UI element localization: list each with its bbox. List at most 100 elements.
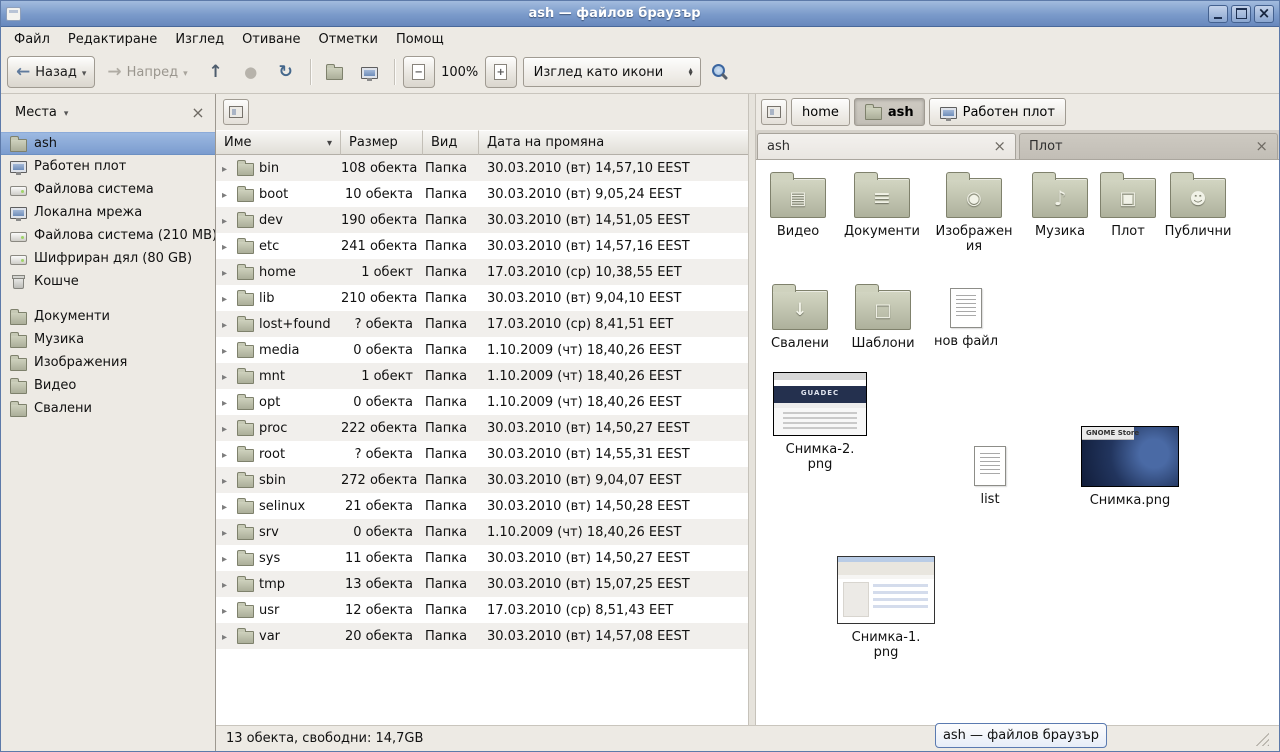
tree-row[interactable]: mnt 1 обект Папка 1.10.2009 (чт) 18,40,2…: [216, 363, 748, 389]
sidebar-selector[interactable]: Места: [9, 101, 74, 124]
minimize-button[interactable]: [1208, 5, 1228, 23]
back-history-icon[interactable]: [82, 66, 87, 79]
icon-view-item[interactable]: Документи: [840, 170, 924, 239]
expander-icon[interactable]: [222, 214, 232, 227]
pathbar-root-button[interactable]: [761, 99, 787, 125]
expander-icon[interactable]: [222, 448, 232, 461]
stop-button[interactable]: [235, 56, 267, 88]
expander-icon[interactable]: [222, 422, 232, 435]
sidebar-item[interactable]: Музика: [1, 328, 215, 351]
tree-row[interactable]: lib 210 обекта Папка 30.03.2010 (вт) 9,0…: [216, 285, 748, 311]
menu-item[interactable]: Изглед: [166, 29, 233, 50]
expander-icon[interactable]: [222, 526, 232, 539]
icon-view-item[interactable]: Публични: [1156, 170, 1240, 239]
menu-item[interactable]: Помощ: [387, 29, 453, 50]
column-header-date[interactable]: Дата на промяна: [479, 130, 748, 155]
tree-pane-location-button[interactable]: [223, 99, 249, 125]
sidebar-item[interactable]: ash: [1, 132, 215, 155]
tab-close-icon[interactable]: [993, 139, 1006, 154]
tree-row[interactable]: boot 10 обекта Папка 30.03.2010 (вт) 9,0…: [216, 181, 748, 207]
window-menu-icon[interactable]: [6, 7, 21, 21]
search-button[interactable]: [704, 56, 736, 88]
menu-item[interactable]: Редактиране: [59, 29, 166, 50]
home-button[interactable]: [319, 56, 351, 88]
sidebar-item[interactable]: Видео: [1, 374, 215, 397]
menu-item[interactable]: Отметки: [309, 29, 386, 50]
icon-view-item[interactable]: GUADEC Снимка-2.png: [768, 372, 872, 473]
titlebar[interactable]: ash — файлов браузър: [1, 1, 1279, 27]
resize-grip[interactable]: [1254, 731, 1269, 746]
view-mode-combo[interactable]: Изглед като икони: [523, 57, 701, 87]
expander-icon[interactable]: [222, 292, 232, 305]
tree-row[interactable]: media 0 обекта Папка 1.10.2009 (чт) 18,4…: [216, 337, 748, 363]
tree-row[interactable]: bin 108 обекта Папка 30.03.2010 (вт) 14,…: [216, 155, 748, 181]
tab-close-icon[interactable]: [1255, 139, 1268, 154]
tab[interactable]: ash: [757, 133, 1016, 159]
tree-row[interactable]: lost+found ? обекта Папка 17.03.2010 (ср…: [216, 311, 748, 337]
icon-view-item[interactable]: Свалени: [758, 282, 842, 351]
expander-icon[interactable]: [222, 604, 232, 617]
sidebar-item[interactable]: Файлова система: [1, 178, 215, 201]
tree-row[interactable]: proc 222 обекта Папка 30.03.2010 (вт) 14…: [216, 415, 748, 441]
pane-splitter[interactable]: [748, 94, 756, 725]
tree-row[interactable]: sbin 272 обекта Папка 30.03.2010 (вт) 9,…: [216, 467, 748, 493]
expander-icon[interactable]: [222, 396, 232, 409]
tab[interactable]: Плот: [1019, 133, 1278, 159]
expander-icon[interactable]: [222, 266, 232, 279]
expander-icon[interactable]: [222, 500, 232, 513]
tree-row[interactable]: sys 11 обекта Папка 30.03.2010 (вт) 14,5…: [216, 545, 748, 571]
expander-icon[interactable]: [222, 344, 232, 357]
zoom-in-button[interactable]: [485, 56, 517, 88]
maximize-button[interactable]: [1231, 5, 1251, 23]
reload-button[interactable]: [270, 56, 302, 88]
tree-row[interactable]: dev 190 обекта Папка 30.03.2010 (вт) 14,…: [216, 207, 748, 233]
breadcrumb-button[interactable]: ash: [854, 98, 925, 126]
column-header-size[interactable]: Размер: [341, 130, 423, 155]
breadcrumb-button[interactable]: home: [791, 98, 850, 126]
back-button[interactable]: Назад: [7, 56, 95, 88]
tree-row[interactable]: var 20 обекта Папка 30.03.2010 (вт) 14,5…: [216, 623, 748, 649]
menu-item[interactable]: Отиване: [233, 29, 309, 50]
icon-view-item[interactable]: Изображения: [932, 170, 1016, 255]
expander-icon[interactable]: [222, 188, 232, 201]
expander-icon[interactable]: [222, 552, 232, 565]
sidebar-item[interactable]: Работен плот: [1, 155, 215, 178]
tree-row[interactable]: root ? обекта Папка 30.03.2010 (вт) 14,5…: [216, 441, 748, 467]
sidebar-item[interactable]: Кошче: [1, 270, 215, 293]
icon-view-item[interactable]: Видео: [756, 170, 840, 239]
expander-icon[interactable]: [222, 578, 232, 591]
expander-icon[interactable]: [222, 370, 232, 383]
tree-row[interactable]: tmp 13 обекта Папка 30.03.2010 (вт) 15,0…: [216, 571, 748, 597]
expander-icon[interactable]: [222, 240, 232, 253]
menu-item[interactable]: Файл: [5, 29, 59, 50]
breadcrumb-button[interactable]: Работен плот: [929, 98, 1066, 126]
sidebar-item[interactable]: Локална мрежа: [1, 201, 215, 224]
expander-icon[interactable]: [222, 630, 232, 643]
expander-icon[interactable]: [222, 318, 232, 331]
icon-view-item[interactable]: Шаблони: [841, 282, 925, 351]
computer-button[interactable]: [354, 56, 386, 88]
sidebar-item[interactable]: Файлова система (210 MB): [1, 224, 215, 247]
tree-row[interactable]: selinux 21 обекта Папка 30.03.2010 (вт) …: [216, 493, 748, 519]
sidebar-item[interactable]: Изображения: [1, 351, 215, 374]
expander-icon[interactable]: [222, 474, 232, 487]
tree-row[interactable]: srv 0 обекта Папка 1.10.2009 (чт) 18,40,…: [216, 519, 748, 545]
icon-view-item[interactable]: list: [948, 440, 1032, 507]
icon-view-item[interactable]: Снимка-1.png: [834, 556, 938, 661]
column-header-type[interactable]: Вид: [423, 130, 479, 155]
expander-icon[interactable]: [222, 162, 232, 175]
forward-button[interactable]: Напред: [98, 56, 196, 88]
tree-row[interactable]: home 1 обект Папка 17.03.2010 (ср) 10,38…: [216, 259, 748, 285]
icon-view-item[interactable]: нов файл: [924, 282, 1008, 349]
tree-row[interactable]: etc 241 обекта Папка 30.03.2010 (вт) 14,…: [216, 233, 748, 259]
column-header-name[interactable]: Име: [216, 130, 341, 155]
icon-view[interactable]: Видео Документи: [756, 160, 1279, 725]
zoom-out-button[interactable]: [403, 56, 435, 88]
close-button[interactable]: [1254, 5, 1274, 23]
tree-row[interactable]: opt 0 обекта Папка 1.10.2009 (чт) 18,40,…: [216, 389, 748, 415]
up-button[interactable]: [200, 56, 232, 88]
sidebar-item[interactable]: Шифриран дял (80 GB): [1, 247, 215, 270]
sidebar-item[interactable]: Документи: [1, 305, 215, 328]
tree-row[interactable]: usr 12 обекта Папка 17.03.2010 (ср) 8,51…: [216, 597, 748, 623]
sidebar-item[interactable]: Свалени: [1, 397, 215, 420]
